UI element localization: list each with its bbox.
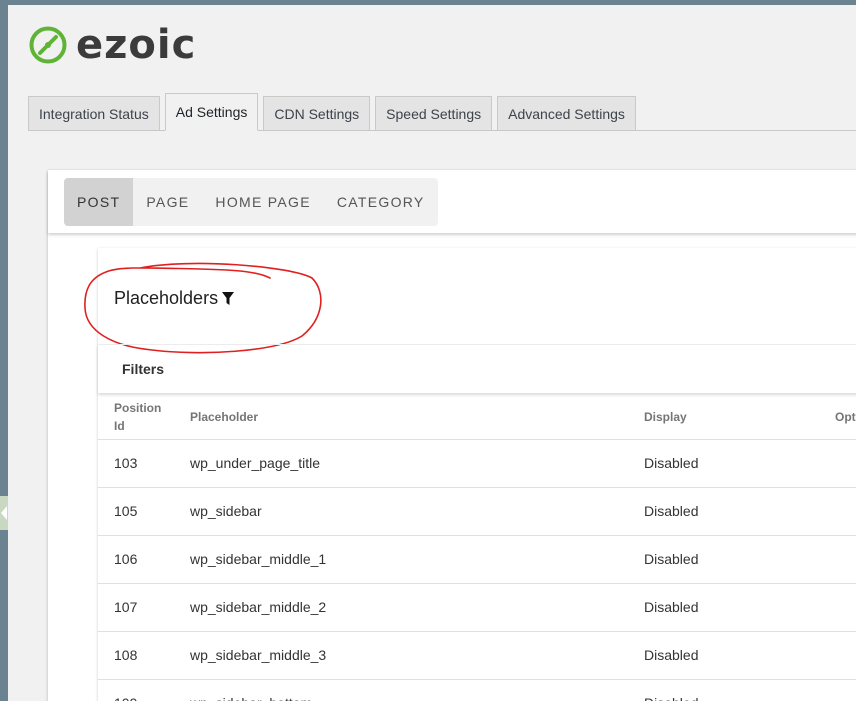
placeholder-name: wp_sidebar <box>190 503 262 519</box>
placeholder-name: wp_sidebar_middle_3 <box>190 647 327 663</box>
tab-cdn-settings[interactable]: CDN Settings <box>263 96 371 130</box>
tab-speed-settings[interactable]: Speed Settings <box>375 96 493 130</box>
placeholders-title: Placeholders <box>114 288 235 309</box>
placeholders-panel: Placeholders Filters Position Id Placeho… <box>84 248 856 701</box>
ezoic-logo-icon <box>29 26 67 64</box>
settings-tabs: Integration Status Ad Settings CDN Setti… <box>28 93 856 131</box>
display-status: Disabled <box>644 503 699 519</box>
table-row[interactable]: 107 wp_sidebar_middle_2 Disabled <box>98 584 856 632</box>
tab-ad-settings[interactable]: Ad Settings <box>164 93 259 131</box>
display-status: Disabled <box>644 647 699 663</box>
display-status: Disabled <box>644 599 699 615</box>
page-type-header: POST PAGE HOME PAGE CATEGORY <box>48 170 856 233</box>
tab-integration-status[interactable]: Integration Status <box>28 96 160 130</box>
display-status: Disabled <box>644 551 699 567</box>
display-status: Disabled <box>644 680 698 701</box>
placeholder-name: wp_sidebar_middle_2 <box>190 599 327 615</box>
position-id: 105 <box>114 503 138 519</box>
page-type-post[interactable]: POST <box>64 178 134 226</box>
filters-label: Filters <box>122 361 165 377</box>
position-id: 107 <box>114 599 138 615</box>
position-id: 108 <box>114 647 138 663</box>
position-id: 109 <box>114 680 137 701</box>
placeholder-name: wp_sidebar_middle_1 <box>190 551 327 567</box>
ad-settings-card: POST PAGE HOME PAGE CATEGORY Placeholder… <box>48 170 856 701</box>
position-id: 106 <box>114 551 138 567</box>
table-row[interactable]: 106 wp_sidebar_middle_1 Disabled <box>98 536 856 584</box>
col-position-id[interactable]: Position Id <box>114 399 172 435</box>
settings-window: ezoic Integration Status Ad Settings CDN… <box>8 5 856 701</box>
table-header: Position Id Placeholder Display Opti <box>98 395 856 440</box>
placeholder-name: wp_sidebar_bottom <box>190 680 312 701</box>
ezoic-logo: ezoic <box>28 23 196 67</box>
col-options[interactable]: Opti <box>835 408 856 426</box>
table-row[interactable]: 103 wp_under_page_title Disabled <box>98 440 856 488</box>
table-row[interactable]: 105 wp_sidebar Disabled <box>98 488 856 536</box>
page-type-home-page[interactable]: HOME PAGE <box>202 178 323 226</box>
placeholders-title-text: Placeholders <box>114 288 219 308</box>
col-display[interactable]: Display <box>644 408 687 426</box>
filters-bar[interactable]: Filters <box>98 344 856 393</box>
placeholders-table: Position Id Placeholder Display Opti 103… <box>98 395 856 701</box>
col-placeholder[interactable]: Placeholder <box>190 408 258 426</box>
position-id: 103 <box>114 455 138 471</box>
display-status: Disabled <box>644 455 699 471</box>
placeholder-name: wp_under_page_title <box>190 455 320 471</box>
tab-advanced-settings[interactable]: Advanced Settings <box>497 96 636 130</box>
funnel-icon[interactable] <box>222 292 235 305</box>
collapse-handle[interactable] <box>0 496 8 530</box>
page-type-category[interactable]: CATEGORY <box>324 178 438 226</box>
page-type-page[interactable]: PAGE <box>133 178 202 226</box>
page-type-selector: POST PAGE HOME PAGE CATEGORY <box>64 178 438 226</box>
table-row[interactable]: 108 wp_sidebar_middle_3 Disabled <box>98 632 856 680</box>
table-row[interactable]: 109 wp_sidebar_bottom Disabled <box>98 680 856 701</box>
brand-name: ezoic <box>76 22 197 68</box>
chevron-left-icon <box>1 506 7 520</box>
